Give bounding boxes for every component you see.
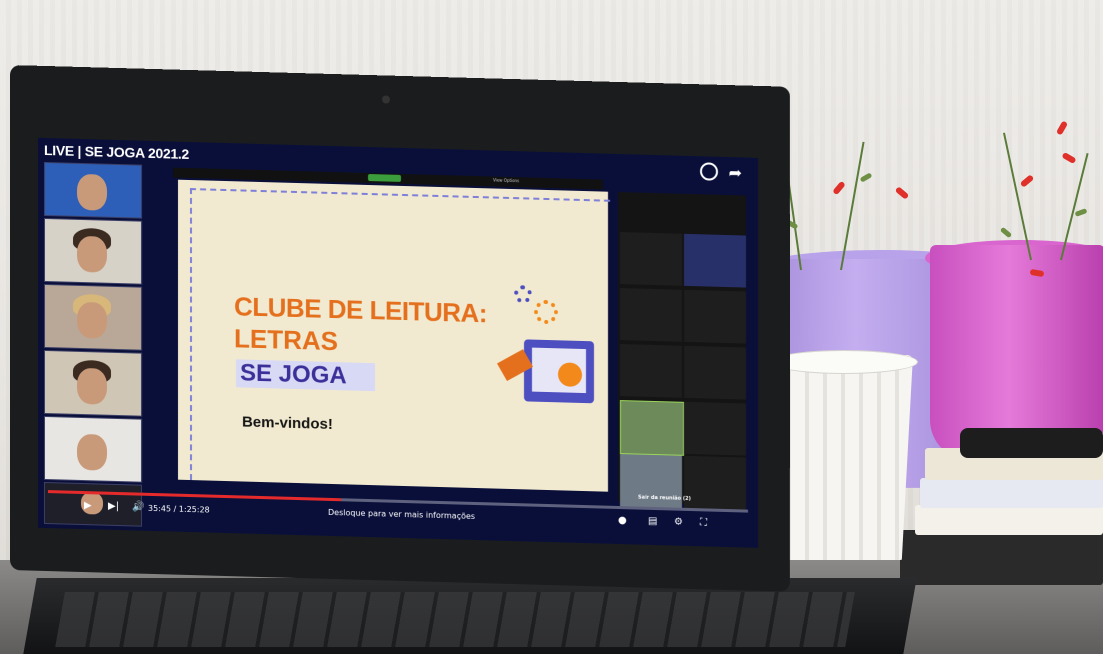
share-icon[interactable]: ➦ [729,163,742,182]
laptop-keys [55,592,855,647]
scroll-info-hint: Desloque para ver mais informações [328,507,476,521]
volume-icon[interactable]: 🔊 [132,501,144,512]
slide-welcome-text: Bem-vindos! [242,413,333,434]
next-icon[interactable]: ▶| [108,501,119,512]
sun-illustration [558,362,582,387]
participant-tile [684,233,746,288]
participant-tile [620,344,682,398]
fullscreen-icon[interactable]: ⛶ [700,517,707,528]
play-icon[interactable]: ▶ [84,500,92,511]
participant-gallery-right [618,191,746,510]
video-time: 35:45 / 1:25:28 [148,503,210,515]
participant-tile [44,481,142,527]
laptop: LIVE | SE JOGA 2021.2 ➦ View Options CLU… [10,65,790,592]
screen-share-banner [368,173,402,182]
slide-title-line2: LETRAS [234,323,338,357]
participant-face [77,173,107,211]
notebook [920,478,1103,508]
participant-face [77,235,107,273]
participant-tile [44,161,142,219]
settings-icon[interactable]: ⚙ [674,517,683,528]
participant-tile [684,401,746,456]
notebook [900,530,1103,585]
slide-title-line3: SE JOGA [236,359,375,392]
gear-icon [534,299,558,325]
cup-rim [770,350,918,374]
participant-tile [44,217,142,285]
view-options-button[interactable]: View Options [493,177,519,183]
participant-tile [684,455,746,510]
participant-face [77,433,107,471]
participant-tile [44,415,142,483]
presentation-slide: CLUBE DE LEITURA: LETRAS SE JOGA Bem-vin… [178,179,610,492]
webcam [382,95,390,104]
subtitles-icon[interactable]: ▤ [648,516,657,527]
participant-tile [44,283,142,351]
participant-face [77,301,107,339]
white-cup [773,355,913,560]
watch-later-icon[interactable] [700,162,718,181]
participant-tile [620,232,682,286]
participant-tile [684,345,746,400]
phone [960,428,1103,458]
participant-tile [684,289,746,344]
video-title: LIVE | SE JOGA 2021.2 [44,141,189,162]
autoplay-toggle-icon[interactable]: ● [618,515,627,526]
participant-gallery-left [44,161,142,527]
gear-icon [514,285,532,304]
participant-tile [620,288,682,342]
participant-tile [620,400,684,456]
laptop-screen: LIVE | SE JOGA 2021.2 ➦ View Options CLU… [38,137,758,548]
participant-tile [44,349,142,417]
notebook [915,505,1103,535]
participant-face [77,367,107,405]
